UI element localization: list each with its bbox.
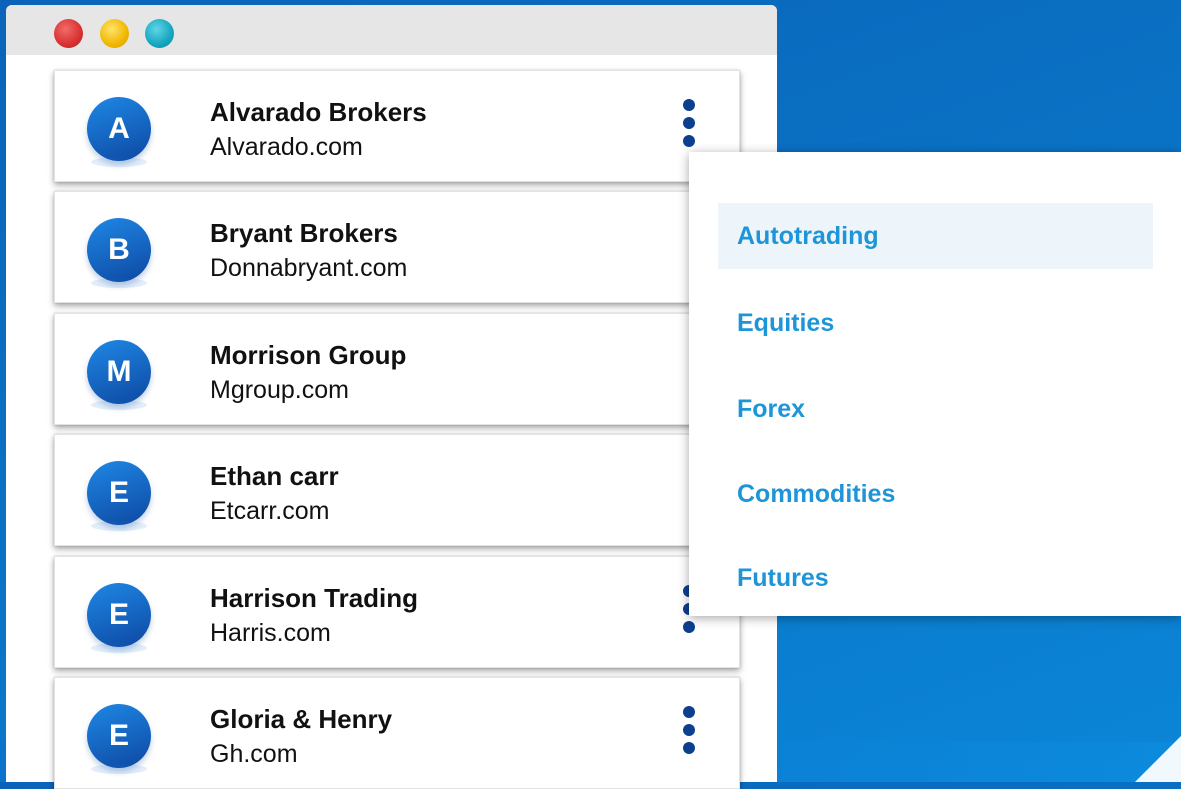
- contact-name: Ethan carr: [210, 461, 339, 491]
- avatar: E: [87, 461, 151, 531]
- kebab-icon[interactable]: [679, 99, 699, 149]
- contact-name: Morrison Group: [210, 340, 407, 370]
- contact-domain: Etcarr.com: [210, 497, 330, 525]
- menu-item-autotrading[interactable]: Autotrading: [718, 203, 1153, 269]
- contact-card-bryant[interactable]: B Bryant Brokers Donnabryant.com: [54, 191, 740, 303]
- contact-card-gloria[interactable]: E Gloria & Henry Gh.com: [54, 677, 740, 789]
- maximize-window-button[interactable]: [145, 19, 174, 48]
- contact-card-harrison[interactable]: E Harrison Trading Harris.com: [54, 556, 740, 668]
- avatar: E: [87, 583, 151, 653]
- contact-name: Alvarado Brokers: [210, 97, 427, 127]
- minimize-window-button[interactable]: [100, 19, 129, 48]
- avatar: B: [87, 218, 151, 288]
- contact-card-alvarado[interactable]: A Alvarado Brokers Alvarado.com: [54, 70, 740, 182]
- contact-card-ethan[interactable]: E Ethan carr Etcarr.com: [54, 434, 740, 546]
- menu-item-equities[interactable]: Equities: [718, 290, 1153, 356]
- contact-domain: Mgroup.com: [210, 376, 349, 404]
- avatar: A: [87, 97, 151, 167]
- menu-item-futures[interactable]: Futures: [718, 545, 1153, 611]
- contact-domain: Donnabryant.com: [210, 254, 408, 282]
- close-window-button[interactable]: [54, 19, 83, 48]
- contact-name: Bryant Brokers: [210, 218, 398, 248]
- kebab-icon[interactable]: [679, 706, 699, 756]
- menu-item-commodities[interactable]: Commodities: [718, 461, 1153, 527]
- contact-name: Gloria & Henry: [210, 704, 393, 734]
- contact-name: Harrison Trading: [210, 583, 419, 613]
- menu-item-forex[interactable]: Forex: [718, 376, 1153, 442]
- contact-card-morrison[interactable]: M Morrison Group Mgroup.com: [54, 313, 740, 425]
- title-bar: [6, 5, 777, 55]
- contact-domain: Alvarado.com: [210, 133, 363, 161]
- avatar: M: [87, 340, 151, 410]
- contact-domain: Gh.com: [210, 740, 298, 768]
- contact-domain: Harris.com: [210, 619, 331, 647]
- avatar: E: [87, 704, 151, 774]
- context-menu: Autotrading Equities Forex Commodities F…: [689, 152, 1181, 616]
